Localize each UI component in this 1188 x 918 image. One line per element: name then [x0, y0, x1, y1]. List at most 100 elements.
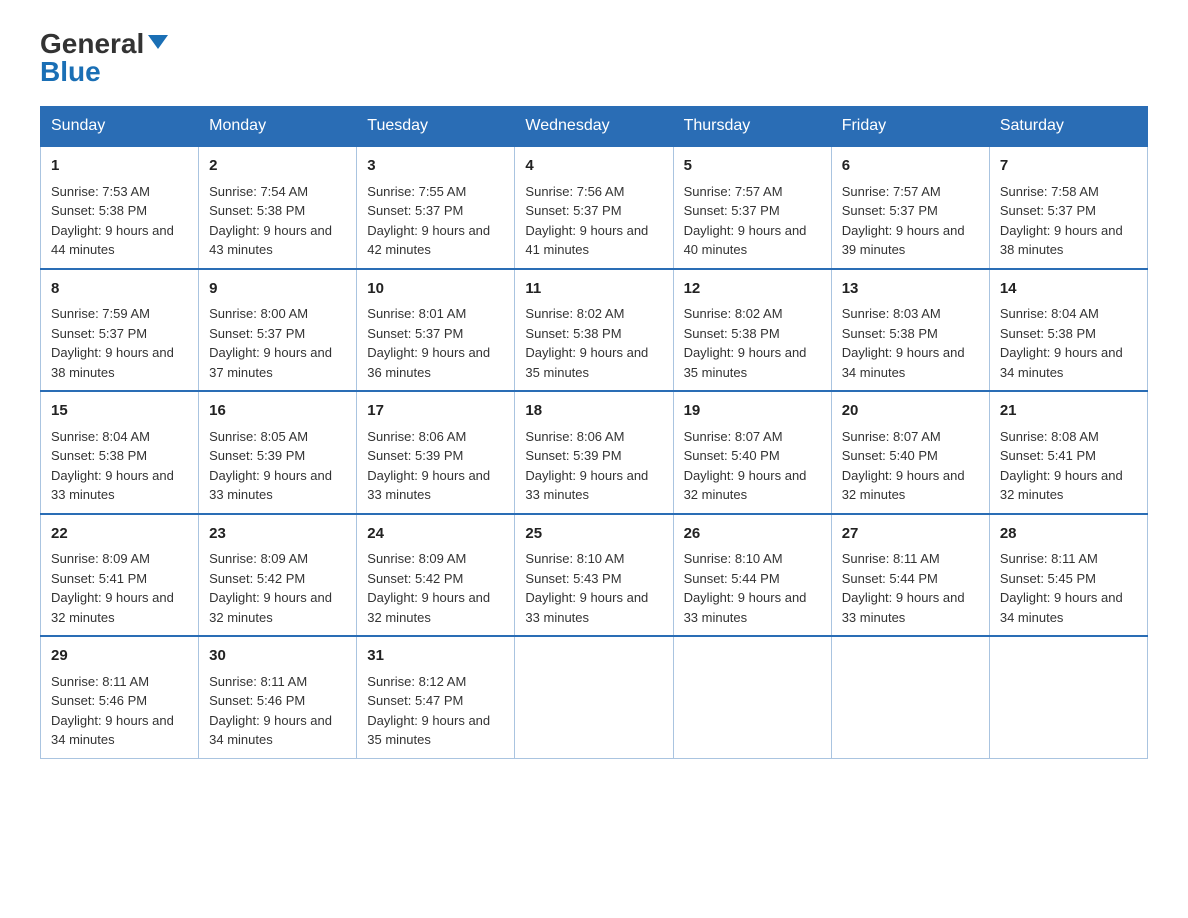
day-number: 29 — [51, 645, 188, 668]
calendar-week-row: 29 Sunrise: 8:11 AM Sunset: 5:46 PM Dayligh… — [41, 636, 1148, 758]
daylight-text: Daylight: 9 hours and 32 minutes — [842, 468, 965, 503]
calendar-week-row: 1Sunrise: 7:53 AMSunset: 5:38 PMDaylight… — [41, 146, 1148, 269]
daylight-text: Daylight: 9 hours and 39 minutes — [842, 223, 965, 258]
logo-text-blue: Blue — [40, 58, 101, 86]
calendar-day-cell: 2Sunrise: 7:54 AMSunset: 5:38 PMDaylight… — [199, 146, 357, 269]
calendar-week-row: 22Sunrise: 8:09 AMSunset: 5:41 PMDayligh… — [41, 514, 1148, 637]
daylight-text: Daylight: 9 hours and 36 minutes — [367, 345, 490, 380]
day-number: 17 — [367, 400, 504, 423]
day-number: 4 — [525, 155, 662, 178]
day-number: 24 — [367, 523, 504, 546]
daylight-text: Daylight: 9 hours and 32 minutes — [1000, 468, 1123, 503]
daylight-text: Daylight: 9 hours and 33 minutes — [51, 468, 174, 503]
calendar-day-cell: 9Sunrise: 8:00 AMSunset: 5:37 PMDaylight… — [199, 269, 357, 392]
day-number: 15 — [51, 400, 188, 423]
daylight-text: Daylight: 9 hours and 33 minutes — [842, 590, 965, 625]
sunset-text: Sunset: 5:42 PM — [209, 571, 305, 586]
sunset-text: Sunset: 5:38 PM — [51, 448, 147, 463]
daylight-text: Daylight: 9 hours and 35 minutes — [367, 713, 490, 748]
daylight-text: Daylight: 9 hours and 34 minutes — [51, 713, 174, 748]
calendar-day-cell: 10 Sunrise: 8:01 AM Sunset: 5:37 PM Dayligh… — [357, 269, 515, 392]
sunset-text: Sunset: 5:42 PM — [367, 571, 463, 586]
daylight-text: Daylight: 9 hours and 41 minutes — [525, 223, 648, 258]
daylight-text: Daylight: 9 hours and 32 minutes — [209, 590, 332, 625]
calendar-day-cell — [989, 636, 1147, 758]
daylight-text: Daylight: 9 hours and 32 minutes — [367, 590, 490, 625]
calendar-table: SundayMondayTuesdayWednesdayThursdayFrid… — [40, 106, 1148, 759]
sunset-text: Sunset: 5:37 PM — [525, 203, 621, 218]
calendar-day-cell: 16Sunrise: 8:05 AMSunset: 5:39 PMDayligh… — [199, 391, 357, 514]
sunset-text: Sunset: 5:41 PM — [1000, 448, 1096, 463]
day-number: 30 — [209, 645, 346, 668]
day-number: 10 — [367, 278, 504, 301]
sunrise-text: Sunrise: 8:09 AM — [51, 551, 150, 566]
daylight-text: Daylight: 9 hours and 34 minutes — [209, 713, 332, 748]
day-number: 5 — [684, 155, 821, 178]
sunset-text: Sunset: 5:37 PM — [1000, 203, 1096, 218]
sunset-text: Sunset: 5:37 PM — [842, 203, 938, 218]
calendar-day-cell: 1Sunrise: 7:53 AMSunset: 5:38 PMDaylight… — [41, 146, 199, 269]
sunrise-text: Sunrise: 8:09 AM — [367, 551, 466, 566]
day-of-week-header: Tuesday — [357, 107, 515, 147]
day-number: 9 — [209, 278, 346, 301]
sunrise-text: Sunrise: 8:05 AM — [209, 429, 308, 444]
sunset-text: Sunset: 5:46 PM — [209, 693, 305, 708]
daylight-text: Daylight: 9 hours and 40 minutes — [684, 223, 807, 258]
daylight-text: Daylight: 9 hours and 38 minutes — [51, 345, 174, 380]
calendar-day-cell: 14Sunrise: 8:04 AMSunset: 5:38 PMDayligh… — [989, 269, 1147, 392]
calendar-day-cell: 17Sunrise: 8:06 AMSunset: 5:39 PMDayligh… — [357, 391, 515, 514]
sunrise-text: Sunrise: 7:57 AM — [842, 184, 941, 199]
sunset-text: Sunset: 5:37 PM — [209, 326, 305, 341]
day-number: 21 — [1000, 400, 1137, 423]
day-of-week-header: Monday — [199, 107, 357, 147]
daylight-text: Daylight: 9 hours and 35 minutes — [684, 345, 807, 380]
sunset-text: Sunset: 5:43 PM — [525, 571, 621, 586]
sunrise-text: Sunrise: 8:02 AM — [525, 306, 624, 321]
daylight-text: Daylight: 9 hours and 34 minutes — [1000, 590, 1123, 625]
sunrise-text: Sunrise: 7:53 AM — [51, 184, 150, 199]
daylight-text: Daylight: 9 hours and 32 minutes — [51, 590, 174, 625]
sunset-text: Sunset: 5:47 PM — [367, 693, 463, 708]
calendar-header-row: SundayMondayTuesdayWednesdayThursdayFrid… — [41, 107, 1148, 147]
sunrise-text: Sunrise: 8:04 AM — [51, 429, 150, 444]
sunset-text: Sunset: 5:40 PM — [684, 448, 780, 463]
calendar-day-cell — [831, 636, 989, 758]
sunrise-text: Sunrise: 8:11 AM — [51, 674, 149, 689]
day-of-week-header: Thursday — [673, 107, 831, 147]
calendar-day-cell: 3Sunrise: 7:55 AMSunset: 5:37 PMDaylight… — [357, 146, 515, 269]
page-header: General Blue — [40, 30, 1148, 86]
sunset-text: Sunset: 5:37 PM — [367, 326, 463, 341]
day-number: 1 — [51, 155, 188, 178]
sunrise-text: Sunrise: 7:56 AM — [525, 184, 624, 199]
day-number: 11 — [525, 278, 662, 301]
sunrise-text: Sunrise: 8:08 AM — [1000, 429, 1099, 444]
calendar-week-row: 8Sunrise: 7:59 AMSunset: 5:37 PMDaylight… — [41, 269, 1148, 392]
daylight-text: Daylight: 9 hours and 34 minutes — [1000, 345, 1123, 380]
day-number: 31 — [367, 645, 504, 668]
daylight-text: Daylight: 9 hours and 44 minutes — [51, 223, 174, 258]
sunset-text: Sunset: 5:44 PM — [842, 571, 938, 586]
logo: General Blue — [40, 30, 168, 86]
sunrise-text: Sunrise: 8:01 AM — [367, 306, 466, 321]
sunrise-text: Sunrise: 7:57 AM — [684, 184, 783, 199]
calendar-week-row: 15 Sunrise: 8:04 AM Sunset: 5:38 PM Dayligh… — [41, 391, 1148, 514]
day-number: 12 — [684, 278, 821, 301]
day-number: 7 — [1000, 155, 1137, 178]
calendar-day-cell: 24 Sunrise: 8:09 AM Sunset: 5:42 PM Dayligh… — [357, 514, 515, 637]
logo-triangle-icon — [148, 35, 168, 49]
sunset-text: Sunset: 5:40 PM — [842, 448, 938, 463]
daylight-text: Daylight: 9 hours and 33 minutes — [209, 468, 332, 503]
calendar-day-cell: 18Sunrise: 8:06 AMSunset: 5:39 PMDayligh… — [515, 391, 673, 514]
day-number: 26 — [684, 523, 821, 546]
daylight-text: Daylight: 9 hours and 32 minutes — [684, 468, 807, 503]
sunset-text: Sunset: 5:38 PM — [684, 326, 780, 341]
daylight-text: Daylight: 9 hours and 42 minutes — [367, 223, 490, 258]
calendar-day-cell: 13Sunrise: 8:03 AMSunset: 5:38 PMDayligh… — [831, 269, 989, 392]
day-number: 18 — [525, 400, 662, 423]
sunset-text: Sunset: 5:45 PM — [1000, 571, 1096, 586]
day-number: 8 — [51, 278, 188, 301]
daylight-text: Daylight: 9 hours and 33 minutes — [684, 590, 807, 625]
daylight-text: Daylight: 9 hours and 34 minutes — [842, 345, 965, 380]
day-number: 6 — [842, 155, 979, 178]
sunset-text: Sunset: 5:46 PM — [51, 693, 147, 708]
